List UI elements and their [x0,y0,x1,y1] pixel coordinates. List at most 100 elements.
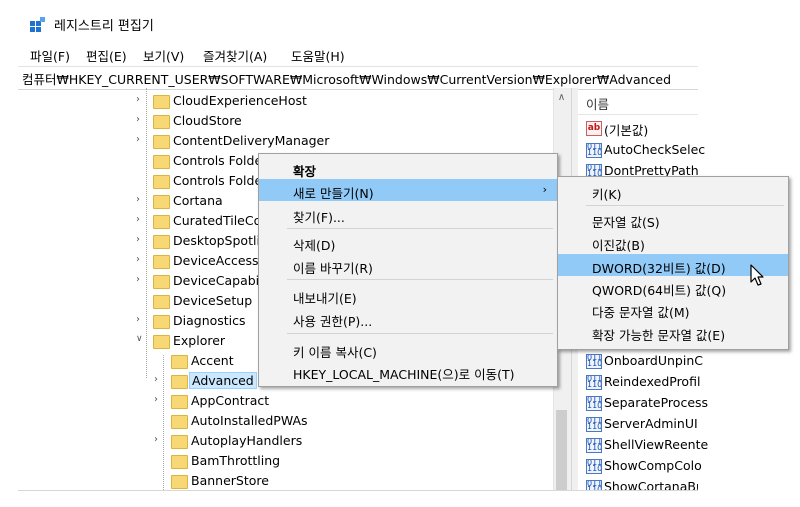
menu-item-label: 키(K) [592,187,622,202]
menu-item-label: 이름 바꾸기(R) [293,261,373,276]
chevron-right-icon[interactable]: › [136,214,146,226]
binary-value-icon: 011 110 [586,354,602,369]
tree-item-label: CloudExperienceHost [173,93,307,108]
menu-item-label: 새로 만들기(N) [293,186,374,201]
menu-bar: 파일(F) 편집(E) 보기(V) 즐겨찾기(A) 도움말(H) [18,42,698,66]
menu-item-expand[interactable]: 확장 [259,157,557,179]
tree-item[interactable]: BamThrottling [154,451,566,471]
menu-edit[interactable]: 편집(E) [86,46,127,65]
submenu-item-key[interactable]: 키(K) [558,180,788,202]
folder-icon [153,235,170,249]
menu-item-goto-hklm[interactable]: HKEY_LOCAL_MACHINE(으)로 이동(T) [259,360,557,382]
binary-value-icon: 011 110 [586,396,602,411]
value-name: SeparateProcess [604,395,709,410]
chevron-down-icon[interactable]: ∨ [136,334,146,346]
folder-icon [153,215,170,229]
value-name: ServerAdminUI [604,416,698,431]
menu-item-export[interactable]: 내보내기(E) [259,284,557,306]
value-name: ShowCompColo [604,458,702,473]
menu-item-permissions[interactable]: 사용 권한(P)... [259,307,557,329]
value-name: (기본값) [604,123,649,138]
folder-icon [153,135,170,149]
tree-item-label: Cortana [173,193,223,208]
submenu-item-binary-value[interactable]: 이진값(B) [558,231,788,253]
chevron-right-icon[interactable]: › [136,274,146,286]
value-row[interactable]: 011 110 ShellViewReente [586,435,708,455]
menu-item-delete[interactable]: 삭제(D) [259,231,557,253]
menu-item-copy-key-name[interactable]: 키 이름 복사(C) [259,338,557,360]
scroll-up-arrow-icon[interactable]: ∧ [553,92,570,106]
chevron-right-icon[interactable]: › [136,254,146,266]
menu-help[interactable]: 도움말(H) [291,46,345,65]
folder-icon [153,295,170,309]
menu-item-new[interactable]: 새로 만들기(N) › [259,179,557,201]
menu-favorites[interactable]: 즐겨찾기(A) [203,46,267,65]
folder-icon [153,275,170,289]
tree-item-label: Explorer [173,333,226,348]
tree-item-label: Controls Folde [173,173,263,188]
menu-item-label: 내보내기(E) [293,291,357,306]
value-row[interactable]: 011 110 ServerAdminUI [586,414,698,434]
chevron-right-icon: › [542,183,547,196]
tree-item[interactable]: › CloudExperienceHost [136,91,566,111]
chevron-right-icon[interactable]: › [136,234,146,246]
folder-icon [171,455,188,469]
value-row[interactable]: 011 110 ShowCompColo [586,456,702,476]
window-title: 레지스트리 편집기 [54,19,154,34]
binary-value-icon: 011 110 [586,480,602,490]
mouse-pointer-icon [750,264,768,288]
folder-icon [171,415,188,429]
submenu-item-string-value[interactable]: 문자열 값(S) [558,208,788,230]
folder-icon [153,115,170,129]
scrollbar-thumb[interactable] [556,410,567,490]
menu-separator [586,205,784,206]
tree-item-label: Advanced [189,372,257,389]
address-path[interactable]: 컴퓨터₩HKEY_CURRENT_USER₩SOFTWARE₩Microsoft… [22,69,671,88]
binary-value-icon: 011 110 [586,438,602,453]
menu-item-label: 확장 가능한 문자열 값(E) [592,328,726,343]
menu-item-label: DWORD(32비트) 값(D) [592,261,726,276]
value-row[interactable]: 011 110 AutoCheckSelec [586,140,705,160]
chevron-right-icon[interactable]: › [136,314,146,326]
tree-item-label: DesktopSpotli [173,233,260,248]
value-row[interactable]: 011 110 SeparateProcess [586,393,708,413]
folder-icon [153,255,170,269]
tree-item-label: DeviceSetup [173,293,253,308]
value-row[interactable]: 011 110 ReindexedProfil [586,372,700,392]
tree-item-label: Diagnostics [173,313,246,328]
registry-editor-icon [30,17,46,33]
menu-item-label: 이진값(B) [592,238,645,253]
tree-item[interactable]: AutoInstalledPWAs [154,411,566,431]
menu-file[interactable]: 파일(F) [30,46,70,65]
tree-item[interactable]: › AppContract [154,391,566,411]
value-row[interactable]: ab (기본값) [586,118,698,138]
chevron-right-icon[interactable]: › [136,134,146,146]
tree-item[interactable]: › CloudStore [136,111,566,131]
chevron-right-icon[interactable]: › [136,114,146,126]
menu-separator [287,279,553,280]
menu-separator [287,333,553,334]
value-row[interactable]: 011 110 OnboardUnpinC [586,351,703,371]
folder-icon [153,155,170,169]
string-value-icon: ab [586,121,602,136]
new-submenu: 키(K) 문자열 값(S) 이진값(B) DWORD(32비트) 값(D) QW… [557,176,789,350]
submenu-item-multi-string-value[interactable]: 다중 문자열 값(M) [558,298,788,320]
value-name: ShowCortanaBu [604,479,698,490]
chevron-right-icon[interactable]: › [136,94,146,106]
tree-item[interactable]: BannerStore [154,471,566,490]
menu-item-label: 확장 [293,164,317,179]
folder-icon [153,175,170,189]
tree-item-label: ContentDeliveryManager [173,133,330,148]
tree-item[interactable]: › AutoplayHandlers [154,431,566,451]
tree-item[interactable]: › ContentDeliveryManager [136,131,566,151]
menu-item-label: 문자열 값(S) [592,215,660,230]
submenu-item-expandable-string-value[interactable]: 확장 가능한 문자열 값(E) [558,321,788,343]
value-row[interactable]: 011 110 ShowCortanaBu [586,477,698,490]
menu-item-find[interactable]: 찾기(F)... [259,203,557,225]
menu-view[interactable]: 보기(V) [143,46,184,65]
column-header-name[interactable]: 이름 [586,94,609,113]
folder-icon [153,195,170,209]
chevron-right-icon[interactable]: › [136,194,146,206]
menu-item-rename[interactable]: 이름 바꾸기(R) [259,254,557,276]
menu-item-label: 삭제(D) [293,238,336,253]
